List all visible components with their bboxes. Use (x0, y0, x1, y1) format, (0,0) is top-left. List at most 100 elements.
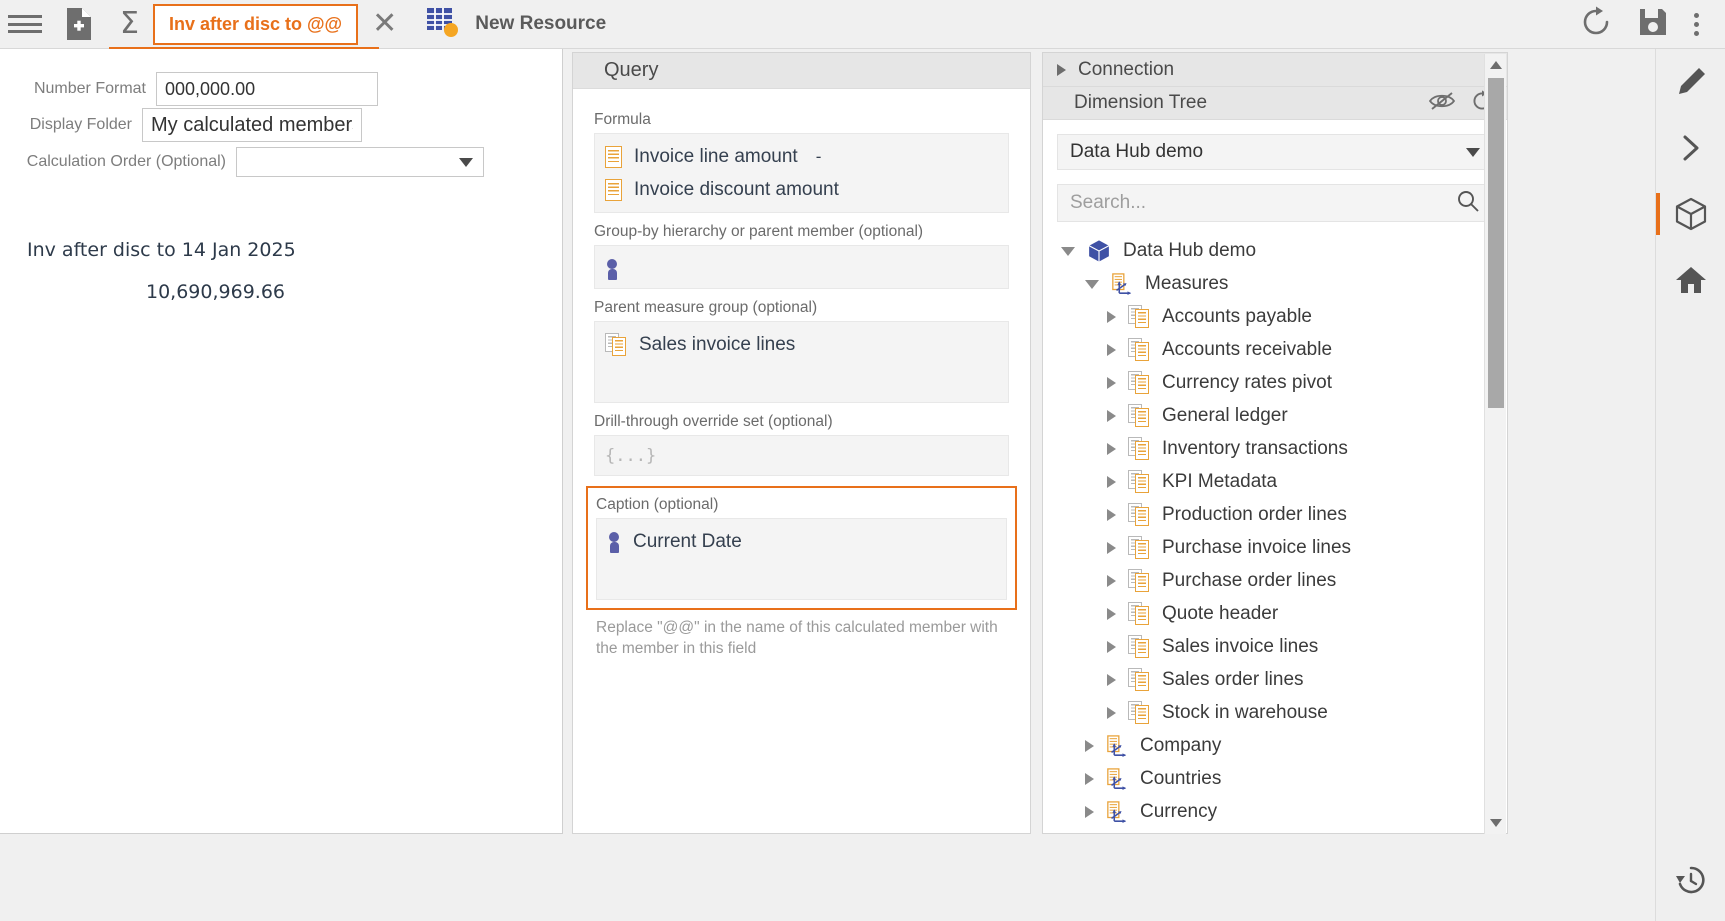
tree-node[interactable]: Currency rates pivot (1053, 366, 1507, 399)
measure-group-icon (1128, 536, 1150, 559)
tree-node[interactable]: Sales invoice lines (1053, 630, 1507, 663)
new-document-icon[interactable] (64, 7, 94, 41)
tab-calculated-member[interactable]: Inv after disc to @@ (152, 3, 359, 45)
measure-icon (605, 145, 622, 168)
caret-collapsed-icon[interactable] (1107, 574, 1116, 587)
save-icon[interactable] (1638, 7, 1668, 42)
tree-node[interactable]: Company (1053, 729, 1507, 762)
number-format-input[interactable] (156, 72, 378, 106)
cube-icon[interactable] (1656, 181, 1725, 247)
dimension-tree-header: Dimension Tree (1043, 87, 1507, 120)
caret-collapsed-icon[interactable] (1107, 442, 1116, 455)
calculation-order-label: Calculation Order (Optional) (26, 153, 226, 170)
caret-collapsed-icon[interactable] (1107, 475, 1116, 488)
tree-node-label: Stock in warehouse (1162, 701, 1328, 723)
measure-group-icon (1128, 701, 1150, 724)
group-by-item[interactable] (605, 252, 998, 285)
parent-measure-group-item[interactable]: Sales invoice lines (605, 328, 998, 361)
caret-collapsed-icon[interactable] (1107, 409, 1116, 422)
tree-node[interactable]: KPI Metadata (1053, 465, 1507, 498)
caret-collapsed-icon[interactable] (1107, 673, 1116, 686)
chevron-down-icon (1466, 147, 1480, 157)
member-properties-panel: Number Format Display Folder Calculation… (0, 49, 563, 834)
eye-off-icon[interactable] (1428, 91, 1456, 116)
dimension-tree-scrollbar[interactable] (1484, 54, 1506, 834)
caret-collapsed-icon[interactable] (1107, 508, 1116, 521)
caret-collapsed-icon[interactable] (1107, 607, 1116, 620)
tree-node[interactable]: Accounts payable (1053, 300, 1507, 333)
formula-field[interactable]: Invoice line amount - Invoice discount a… (594, 133, 1009, 213)
caption-field[interactable]: Current Date (596, 518, 1007, 600)
refresh-icon[interactable] (1580, 6, 1612, 43)
calculation-order-select[interactable] (236, 147, 484, 177)
scroll-down-icon[interactable] (1485, 812, 1507, 834)
axes-icon (1106, 767, 1128, 790)
tree-node[interactable]: Inventory transactions (1053, 432, 1507, 465)
tree-node[interactable]: Purchase invoice lines (1053, 531, 1507, 564)
pencil-icon[interactable] (1656, 49, 1725, 115)
sigma-icon[interactable]: Σ (120, 9, 139, 39)
drill-through-label: Drill-through override set (optional) (594, 413, 833, 430)
search-input[interactable] (1070, 192, 1456, 214)
tree-node[interactable]: Accounts receivable (1053, 333, 1507, 366)
right-icon-rail (1655, 49, 1725, 921)
caret-collapsed-icon[interactable] (1107, 640, 1116, 653)
cube-icon (1087, 239, 1111, 263)
scroll-up-icon[interactable] (1485, 54, 1507, 76)
axes-icon (1111, 272, 1133, 295)
new-resource-button[interactable]: New Resource (425, 5, 606, 44)
tree-node[interactable]: Countries (1053, 762, 1507, 795)
history-icon[interactable] (1656, 847, 1725, 913)
parent-measure-group-field[interactable]: Sales invoice lines (594, 321, 1009, 403)
axes-icon (1106, 800, 1128, 823)
tree-node[interactable]: Currency (1053, 795, 1507, 828)
caret-expanded-icon[interactable] (1085, 280, 1099, 289)
caret-collapsed-icon[interactable] (1085, 805, 1094, 818)
top-toolbar: Σ Inv after disc to @@ ✕ New Resource (0, 0, 1725, 49)
tree-node[interactable]: Data Hub demo (1053, 234, 1507, 267)
cube-select[interactable]: Data Hub demo (1057, 134, 1493, 170)
caret-collapsed-icon[interactable] (1107, 706, 1116, 719)
connection-section-header[interactable]: Connection (1043, 53, 1507, 87)
tree-node[interactable]: General ledger (1053, 399, 1507, 432)
tree-node[interactable]: Purchase order lines (1053, 564, 1507, 597)
caret-collapsed-icon[interactable] (1107, 343, 1116, 356)
scrollbar-thumb[interactable] (1488, 78, 1504, 408)
parent-measure-group-label: Parent measure group (optional) (594, 299, 818, 316)
caret-collapsed-icon[interactable] (1085, 739, 1094, 752)
measure-group-icon (1128, 602, 1150, 625)
chevron-right-icon[interactable] (1656, 115, 1725, 181)
formula-item[interactable]: Invoice line amount - (605, 140, 998, 173)
tree-node-label: Inventory transactions (1162, 437, 1348, 459)
tree-node[interactable]: Stock in warehouse (1053, 696, 1507, 729)
tree-node[interactable]: Production order lines (1053, 498, 1507, 531)
caret-expanded-icon[interactable] (1061, 247, 1075, 256)
caret-collapsed-icon[interactable] (1085, 772, 1094, 785)
tree-node[interactable]: Quote header (1053, 597, 1507, 630)
member-preview-value: 10,690,969.66 (146, 281, 286, 303)
query-panel: Query Formula Invoice line amount - Invo… (572, 52, 1031, 834)
group-by-field[interactable] (594, 245, 1009, 289)
tree-node[interactable]: Measures (1053, 267, 1507, 300)
caret-collapsed-icon[interactable] (1107, 376, 1116, 389)
measure-group-icon (1128, 371, 1150, 394)
drill-through-field[interactable]: {...} (594, 435, 1009, 476)
formula-label: Formula (594, 111, 651, 128)
kebab-menu-icon[interactable] (1694, 13, 1699, 36)
hamburger-menu-icon[interactable] (8, 13, 42, 35)
formula-item[interactable]: Invoice discount amount (605, 173, 998, 206)
measure-group-icon (605, 333, 627, 356)
dimension-tree: Data Hub demo Measures Accounts payable Acc… (1043, 234, 1507, 828)
caret-collapsed-icon[interactable] (1107, 310, 1116, 323)
tree-node-label: Production order lines (1162, 503, 1347, 525)
search-icon[interactable] (1456, 189, 1480, 218)
caption-item[interactable]: Current Date (607, 525, 996, 558)
dimension-search-box[interactable] (1057, 184, 1493, 222)
tree-node[interactable]: Sales order lines (1053, 663, 1507, 696)
caret-collapsed-icon[interactable] (1107, 541, 1116, 554)
display-folder-input[interactable] (142, 108, 362, 142)
close-icon[interactable]: ✕ (372, 9, 397, 39)
home-icon[interactable] (1656, 247, 1725, 313)
chevron-right-icon (1057, 63, 1066, 76)
measure-group-icon (1128, 569, 1150, 592)
